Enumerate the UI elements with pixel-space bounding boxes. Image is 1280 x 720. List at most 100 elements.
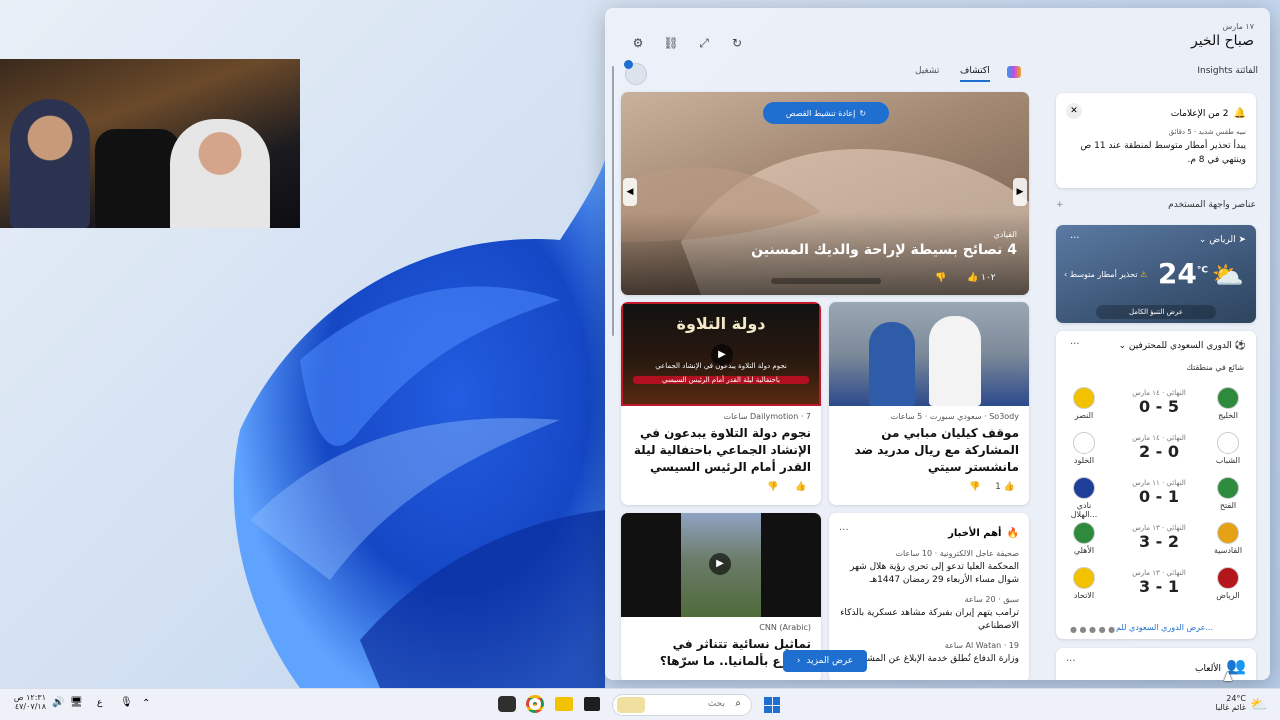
away-team[interactable]: نادي الهلال... — [1064, 477, 1104, 519]
copilot-icon[interactable] — [1007, 66, 1021, 78]
chevron-down-icon[interactable]: ⌄ — [1199, 235, 1207, 245]
match-row[interactable]: الخليج النهائي · ١٤ مارس 0 - 5 النصر — [1064, 387, 1248, 429]
team-name: الشباب — [1215, 456, 1241, 465]
windows-start-icon[interactable] — [764, 697, 780, 713]
list-item[interactable]: صحيفة عاجل الالكترونية · 10 ساعات المحكم… — [839, 549, 1019, 587]
date-label: ١٧ مارس — [1222, 22, 1255, 31]
next-arrow-icon[interactable]: ▶ — [1013, 178, 1027, 206]
match-score: 0 - 5 — [1138, 397, 1180, 416]
news-headline[interactable]: المحكمة العليا تدعو إلى تحري رؤية هلال ش… — [839, 561, 1019, 587]
team-name: الخليج — [1217, 411, 1239, 420]
more-options-icon[interactable]: ··· — [1070, 339, 1080, 350]
carousel-dots[interactable]: ● ● ● ● ● — [1070, 625, 1115, 634]
show-more-button[interactable]: عرض المزيد ‹ — [783, 650, 867, 672]
file-explorer-icon[interactable] — [555, 697, 573, 711]
weather-temp: 24 — [1157, 257, 1197, 290]
volume-icon[interactable]: 🔊 — [52, 697, 64, 708]
clock-time[interactable]: ١٢:٣١ ص — [10, 693, 46, 702]
more-options-icon[interactable]: ··· — [1070, 233, 1080, 244]
home-team[interactable]: الرياض — [1208, 567, 1248, 600]
prev-arrow-icon[interactable]: ◀ — [623, 178, 637, 206]
more-options-icon[interactable]: ··· — [1066, 656, 1076, 675]
home-team[interactable]: الخليج — [1208, 387, 1248, 420]
terminal-icon[interactable] — [584, 697, 600, 711]
network-icon[interactable]: 🖥 — [70, 697, 83, 708]
match-row[interactable]: الفتح النهائي · ١١ مارس 0 - 1 نادي الهلال..… — [1064, 477, 1248, 519]
dislike-icon[interactable]: 👎 — [935, 273, 946, 283]
alerts-card[interactable]: 🔔 2 من الإعلامات ✕ نبيه طقس شديد · 5 دقا… — [1056, 93, 1256, 188]
chevron-right-icon: › — [1064, 270, 1068, 279]
away-team[interactable]: الأهلي — [1064, 522, 1104, 555]
tilawa-image: دولة التلاوة نجوم دولة التلاوة يبدعون في… — [621, 302, 821, 406]
refresh-icon[interactable]: ↻ — [728, 36, 746, 54]
weather-city[interactable]: الرياض — [1209, 235, 1235, 245]
card-title[interactable]: موقف كيليان مبابي من المشاركة مع ريال مد… — [839, 425, 1019, 476]
match-row[interactable]: الرياض النهائي · ١٣ مارس 3 - 1 الاتحاد — [1064, 567, 1248, 609]
news-card-tilawa[interactable]: دولة التلاوة نجوم دولة التلاوة يبدعون في… — [621, 302, 821, 505]
weather-taskbar-icon[interactable]: ⛅ — [1250, 697, 1267, 713]
refresh-stories-button[interactable]: ↻ إعادة تنشيط القصص — [763, 102, 889, 124]
link-icon[interactable]: ⛓ — [662, 36, 680, 54]
games-title: الألعاب — [1195, 664, 1221, 674]
settings-icon[interactable]: ⚙ — [629, 36, 647, 54]
match-meta: النهائي · ١٣ مارس — [1132, 569, 1186, 577]
mic-icon[interactable]: 🎙 — [120, 697, 133, 708]
top-news-title: أهم الأخبار — [948, 528, 1002, 539]
clock-date[interactable]: ٤٧/٠٧/١٨ — [10, 702, 46, 711]
tab-play[interactable]: تشغيل — [915, 66, 939, 76]
match-score: 2 - 0 — [1138, 442, 1180, 461]
card-title[interactable]: نجوم دولة التلاوة يبدعون في الإنشاد الجم… — [631, 425, 811, 476]
away-team[interactable]: الاتحاد — [1064, 567, 1104, 600]
hero-like[interactable]: 👍 ١٠٢ — [967, 273, 996, 283]
home-team[interactable]: الفتح — [1208, 477, 1248, 510]
card-reactions[interactable]: 👎 1 👍 — [969, 482, 1015, 492]
card-reactions[interactable]: 👎 👍 — [767, 482, 806, 492]
news-card-mbappe[interactable]: So3ody · سعودي سبورت · 5 ساعات موقف كيلي… — [829, 302, 1029, 505]
league-title[interactable]: الدوري السعودي للمحترفين — [1129, 341, 1232, 351]
league-card[interactable]: ⚽ الدوري السعودي للمحترفين ⌄ ··· شائع في… — [1056, 331, 1256, 639]
weather-unit: °C — [1196, 265, 1208, 276]
team-name: الأهلي — [1073, 546, 1095, 555]
alert-body[interactable]: يبدأ تحذير أمطار متوسط لمنطقة عند 11 ص و… — [1066, 139, 1246, 167]
list-item[interactable]: سبق · 20 ساعة ترامب يتهم إيران بفبركة مش… — [839, 595, 1019, 633]
home-team[interactable]: الشباب — [1208, 432, 1248, 465]
tab-discover[interactable]: اكتشاف — [960, 66, 990, 82]
card-like-count: 1 — [995, 482, 1001, 492]
hero-card[interactable]: ↻ إعادة تنشيط القصص ◀ ▶ القيادي 4 نصائح ب… — [621, 92, 1029, 295]
away-team[interactable]: النصر — [1064, 387, 1104, 420]
home-team[interactable]: القادسية — [1208, 522, 1248, 555]
match-row[interactable]: الشباب النهائي · ١٤ مارس 2 - 0 الخلود — [1064, 432, 1248, 474]
app-icon[interactable] — [498, 696, 516, 712]
notification-dot — [624, 60, 633, 69]
chrome-icon[interactable] — [526, 695, 544, 713]
expand-icon[interactable]: ⤢ — [695, 36, 713, 54]
team-name: القادسية — [1213, 546, 1243, 555]
close-icon[interactable]: ✕ — [1066, 102, 1082, 119]
play-icon[interactable]: ▶ — [711, 344, 733, 366]
full-forecast-link[interactable]: عرض التنبؤ الكامل — [1096, 305, 1216, 319]
add-widget-icon[interactable]: + — [1056, 200, 1064, 210]
play-icon[interactable]: ▶ — [709, 553, 731, 575]
hero-title[interactable]: 4 نصائح بسيطة لإراحة والديك المسنين — [751, 242, 1017, 258]
taskbar-search[interactable]: ⌕ بحث — [612, 694, 752, 716]
news-headline[interactable]: ترامب يتهم إيران بفبركة مشاهد عسكرية بال… — [839, 607, 1019, 633]
chevron-down-icon[interactable]: ⌄ — [1118, 341, 1126, 351]
team-logo — [1073, 522, 1095, 544]
like-icon[interactable]: 👍 — [795, 482, 806, 492]
league-more-link[interactable]: عرض الدوري السعودي للم... — [1116, 623, 1213, 632]
dislike-icon[interactable]: 👎 — [767, 482, 778, 492]
feed-scrollbar[interactable] — [612, 66, 614, 336]
weather-card[interactable]: ➤ الرياض ⌄ ··· ⛅ 24°C ⚠ تحذير أمطار متوس… — [1056, 225, 1256, 323]
away-team[interactable]: الخلود — [1064, 432, 1104, 465]
language-indicator[interactable]: ع — [97, 698, 102, 708]
like-icon[interactable]: 👍 — [1004, 482, 1015, 492]
weather-alert[interactable]: تحذير أمطار متوسط — [1070, 270, 1138, 279]
dislike-icon[interactable]: 👎 — [969, 482, 980, 492]
chevron-up-icon[interactable]: ⌃ — [142, 698, 150, 709]
taskbar-weather-temp: 24°C — [1226, 694, 1246, 703]
refresh-stories-label: إعادة تنشيط القصص — [785, 108, 856, 118]
insights-link[interactable]: Insights الفائتة — [1197, 66, 1258, 76]
carousel-dots[interactable] — [771, 278, 881, 284]
match-row[interactable]: القادسية النهائي · ١٣ مارس 3 - 2 الأهلي — [1064, 522, 1248, 564]
more-options-icon[interactable]: ··· — [839, 525, 849, 536]
